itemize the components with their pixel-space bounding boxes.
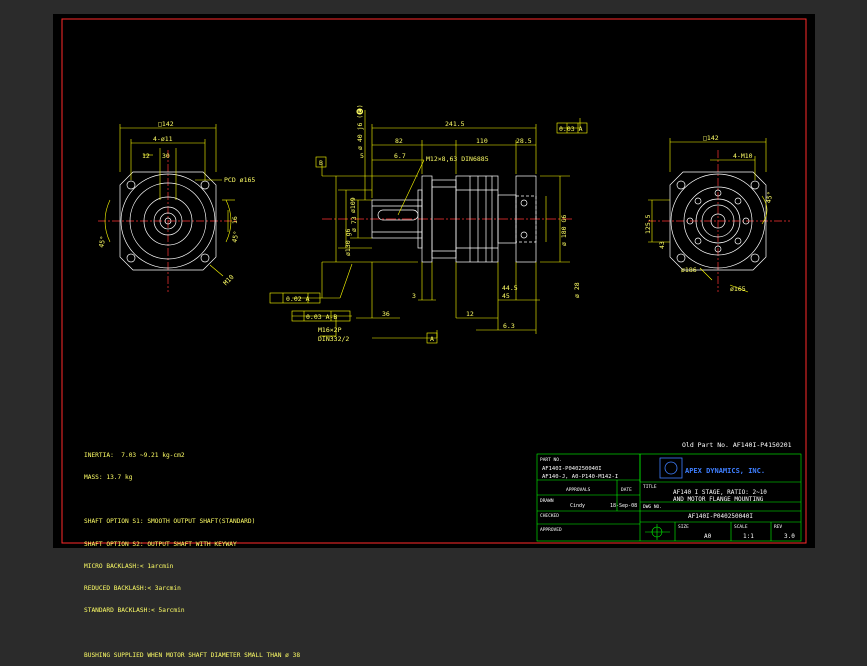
scale-value: 1:1 (743, 533, 754, 540)
left-pcd-label: PCD ø165 (224, 176, 255, 184)
company-name: APEX DYNAMICS, INC. (685, 467, 765, 475)
part-no-label: PART NO. (540, 457, 562, 463)
approved-label: APPROVED (540, 527, 562, 533)
approvals-label: APPROVALS (566, 487, 591, 493)
dia-73: ø 73 (350, 216, 358, 232)
datum-a: A (430, 335, 434, 343)
part-no-1: AF140I-P040250040I (542, 466, 602, 472)
notes-block: INERTIA: 7.03 ~9.21 kg-cm2 MASS: 13.7 kg… (84, 437, 300, 666)
rev-value: 3.0 (784, 533, 795, 540)
dim-110: 110 (476, 137, 488, 145)
dwg-no-label: DWG NO. (643, 504, 662, 510)
left-holes-label: 4-ø11 (153, 135, 173, 143)
note-line (84, 629, 300, 636)
dim-45b: 45 (502, 292, 510, 300)
right-dim-43: 43 (658, 241, 666, 249)
dia-40: ø 40 j6 (🅔) (356, 104, 364, 150)
dia-180: ø 180 G6 (560, 215, 568, 246)
title-line-2: AND MOTOR FLANGE MOUNTING (673, 496, 764, 503)
note-line: SHAFT OPTION S1: SMOOTH OUTPUT SHAFT(STA… (84, 518, 256, 526)
drawn-by: Cindy (570, 503, 585, 509)
dim-total-length: 241.5 (445, 120, 465, 128)
datum-b: B (319, 159, 323, 167)
checked-label: CHECKED (540, 513, 559, 519)
dim-6-3: 6.3 (503, 322, 515, 330)
right-dia-186: ø186 (681, 266, 697, 274)
thread-std-label: DIN332/2 (318, 335, 349, 343)
dia-28: ø 28 (573, 282, 581, 298)
dim-12b: 12 (466, 310, 474, 318)
dim-44-5: 44.5 (502, 284, 518, 292)
keyway-label: M12×8,63 DIN6885 (426, 155, 489, 163)
drawn-label: DRAWN (540, 498, 554, 504)
note-line: SHAFT OPTION S2: OUTPUT SHAFT WITH KEYWA… (84, 540, 237, 548)
date-label: DATE (621, 487, 632, 493)
right-dia-165: ø165 (730, 285, 746, 293)
left-dim-12: 12 (142, 152, 150, 160)
old-part-number: Old Part No. AF140I-P4150201 (682, 441, 792, 449)
dim-5: 5 (360, 152, 364, 160)
size-value: A0 (704, 533, 712, 540)
left-square-label: □142 (158, 120, 174, 128)
dim-28-5: 28.5 (516, 137, 532, 145)
part-no-2: AF140-J, A0-P140-M142-I (542, 474, 618, 480)
title-label: TITLE (643, 484, 657, 490)
scale-label: SCALE (734, 524, 748, 530)
note-line: MICRO BACKLASH:< 1arcmin (84, 562, 174, 570)
right-dim-125-5: 125.5 (644, 214, 652, 234)
gtol1-label: 0.02 A (286, 295, 310, 303)
rev-label: REV (774, 524, 782, 530)
thread-label: M16×2P (318, 326, 342, 334)
dim-3: 3 (412, 292, 416, 300)
right-square-label: □142 (703, 134, 719, 142)
dwg-no: AF140I-P040250040I (688, 513, 753, 520)
left-dim-16: 16 (231, 216, 239, 224)
note-line: REDUCED BACKLASH:< 3arcmin (84, 585, 181, 593)
drawn-date: 18-Sep-08 (610, 503, 637, 509)
note-line: BUSHING SUPPLIED WHEN MOTOR SHAFT DIAMET… (84, 651, 301, 659)
dim-82: 82 (395, 137, 403, 145)
right-holes-label: 4-M10 (733, 152, 753, 160)
note-line: STANDARD BACKLASH:< 5arcmin (84, 607, 185, 615)
note-line: INERTIA: 7.03 ~9.21 kg-cm2 (84, 451, 185, 459)
gtol2-label: 0.03 A-B (306, 313, 337, 321)
left-dim-30: 30 (162, 152, 170, 160)
dim-6-7: 6.7 (394, 152, 406, 160)
note-line (84, 496, 300, 503)
dia-109: ø109 (349, 197, 357, 213)
flat-ref: 0.03 A (559, 125, 583, 133)
note-line: MASS: 13.7 kg (84, 474, 133, 482)
size-label: SIZE (678, 524, 689, 530)
dim-36: 36 (382, 310, 390, 318)
title-line-1: AF140 I STAGE, RATIO: 2~10 (673, 489, 767, 496)
